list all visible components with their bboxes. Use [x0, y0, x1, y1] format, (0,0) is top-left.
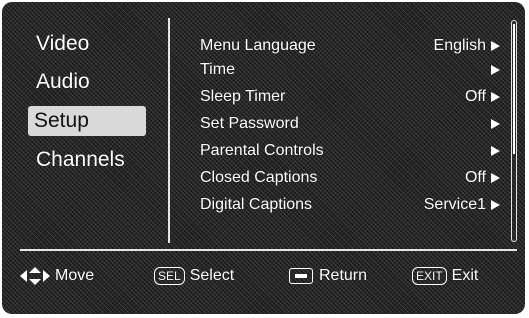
menu-row-sleep-timer[interactable]: Sleep Timer Off: [200, 85, 500, 109]
button-hints: Move SEL Select Return EXIT Exit: [2, 258, 525, 294]
hint-return: Return: [289, 266, 367, 286]
right-arrow-icon: [491, 41, 500, 51]
menu-row-label: Set Password: [200, 115, 299, 132]
sidebar-item-video[interactable]: Video: [28, 29, 97, 59]
hint-exit: EXIT Exit: [412, 266, 478, 286]
menu-row-parental-controls[interactable]: Parental Controls: [200, 139, 500, 163]
sel-key-icon: SEL: [154, 266, 185, 285]
menu-row-value: Off: [464, 169, 486, 186]
exit-key-icon: EXIT: [412, 266, 447, 285]
menu-row-value: Off: [464, 88, 486, 105]
menu-row-set-password[interactable]: Set Password: [200, 112, 500, 136]
hint-move-label: Move: [55, 267, 95, 284]
hint-select-label: Select: [189, 267, 235, 284]
menu-row-label: Digital Captions: [200, 196, 313, 213]
hint-exit-label: Exit: [451, 267, 479, 284]
sidebar-item-channels[interactable]: Channels: [28, 145, 133, 175]
menu-row-digital-captions[interactable]: Digital Captions Service1: [200, 193, 500, 217]
menu-row-time[interactable]: Time: [200, 58, 500, 82]
sidebar-item-setup[interactable]: Setup: [28, 106, 146, 136]
tv-menu-screen: Video Audio Setup Channels Menu Language…: [2, 2, 525, 314]
right-arrow-icon: [491, 119, 500, 129]
hint-return-label: Return: [319, 267, 368, 284]
sidebar-item-audio[interactable]: Audio: [28, 67, 98, 97]
right-arrow-icon: [491, 146, 500, 156]
scrollbar-thumb[interactable]: [513, 24, 515, 154]
menu-scrollbar[interactable]: [511, 20, 517, 242]
hint-select: SEL Select: [154, 266, 234, 286]
dpad-icon: [20, 266, 50, 285]
menu-row-value: Service1: [423, 196, 486, 213]
right-arrow-icon: [491, 200, 500, 210]
right-arrow-icon: [491, 92, 500, 102]
horizontal-divider: [20, 249, 517, 251]
right-arrow-icon: [491, 173, 500, 183]
vertical-divider: [168, 18, 170, 243]
return-key-icon: [289, 267, 313, 284]
category-sidebar: Video Audio Setup Channels: [2, 2, 167, 247]
menu-row-value: English: [433, 37, 486, 54]
menu-row-label: Parental Controls: [200, 142, 324, 159]
menu-row-label: Closed Captions: [200, 169, 318, 186]
menu-row-closed-captions[interactable]: Closed Captions Off: [200, 166, 500, 190]
right-arrow-icon: [491, 65, 500, 75]
menu-row-label: Sleep Timer: [200, 88, 286, 105]
hint-move: Move: [20, 266, 94, 286]
menu-row-menu-language[interactable]: Menu Language English: [200, 34, 500, 58]
menu-row-label: Menu Language: [200, 37, 316, 54]
menu-row-label: Time: [200, 61, 235, 78]
